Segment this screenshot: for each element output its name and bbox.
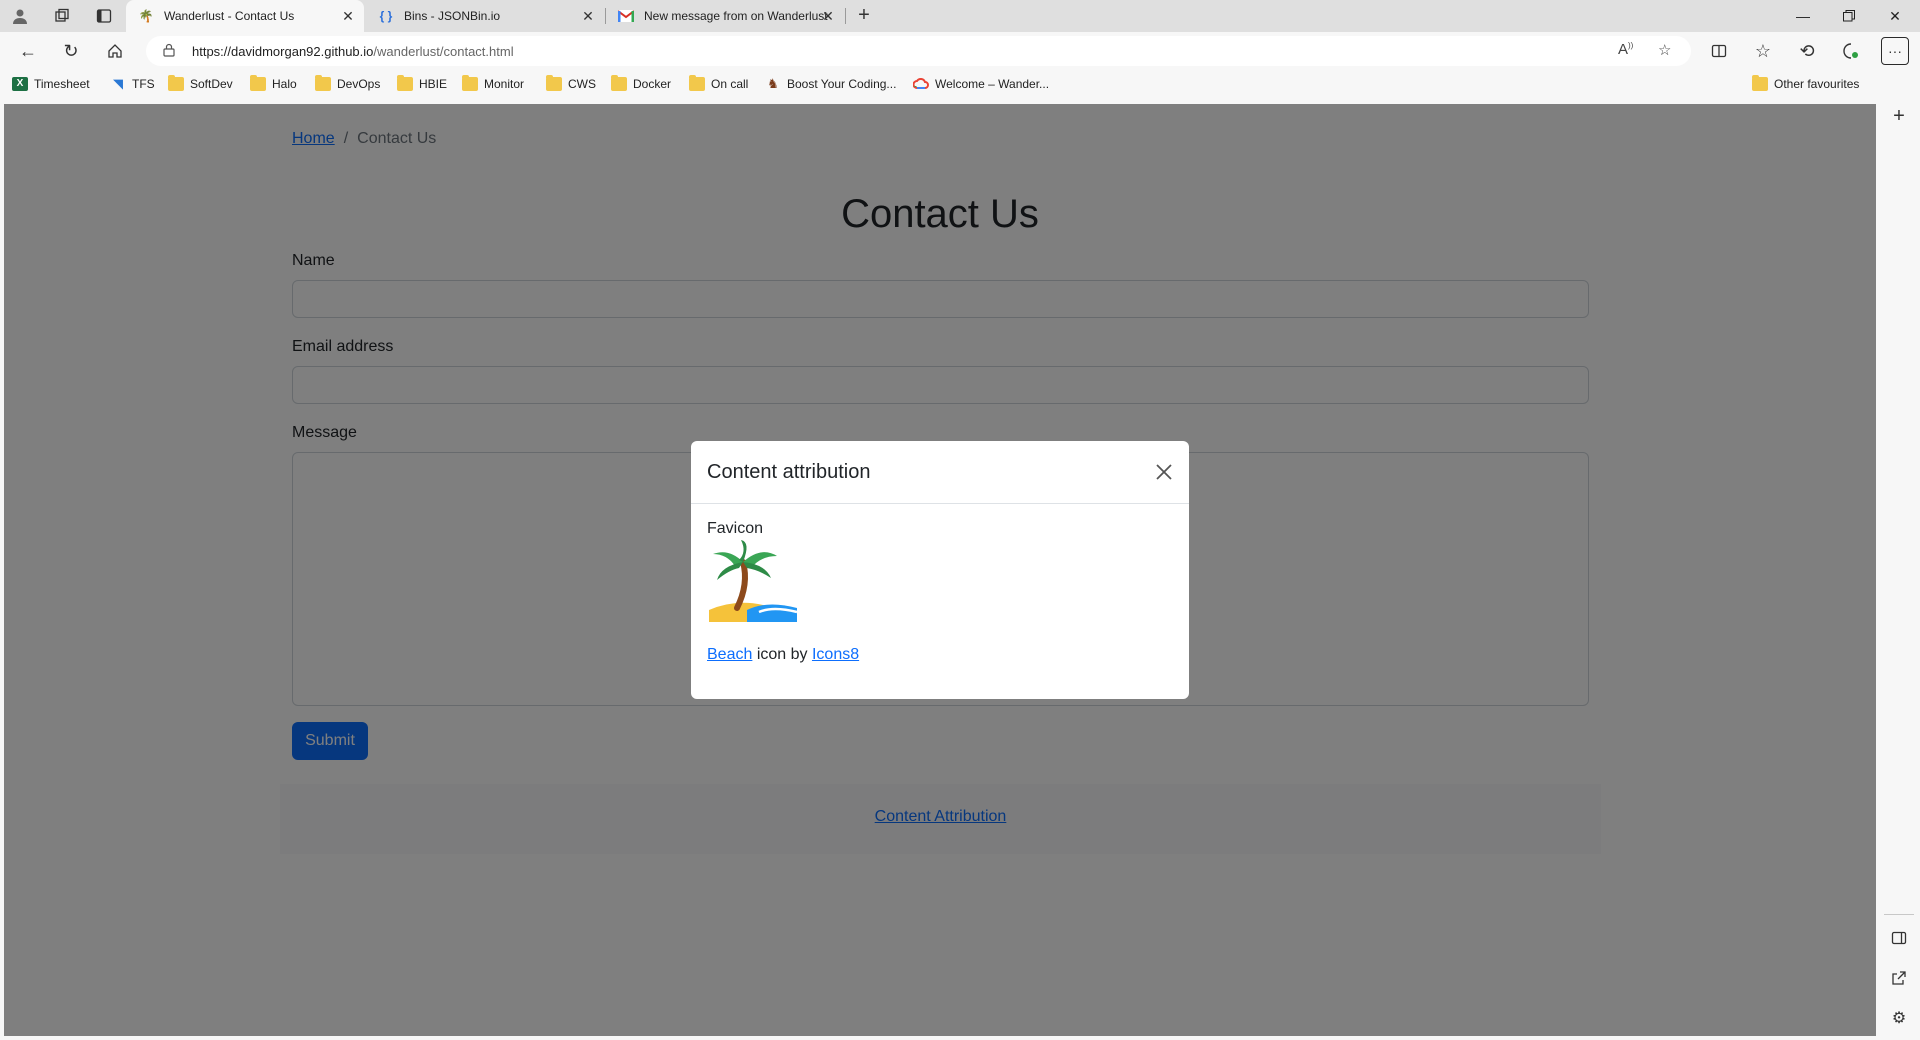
address-bar-row: ← ↻ https://davidmorgan92.github.io/wand… — [0, 32, 1920, 70]
new-tab-icon[interactable]: + — [852, 4, 876, 28]
folder-icon — [250, 75, 266, 91]
bookmark-label: Timesheet — [34, 77, 90, 91]
url-path: /wanderlust/contact.html — [373, 44, 514, 59]
palm-icon: 🌴 — [138, 9, 154, 23]
bookmark-label: SoftDev — [190, 77, 233, 91]
folder-icon — [315, 75, 331, 91]
tab-gmail[interactable]: New message from on Wanderlust ✕ — [606, 0, 844, 32]
favorite-star-icon[interactable]: ☆ — [1658, 41, 1671, 59]
bookmark-label: Other favourites — [1774, 77, 1860, 91]
close-tab-icon[interactable]: ✕ — [340, 8, 356, 24]
favicon-heading: Favicon — [707, 520, 764, 537]
visual-studio-icon: ◥ — [113, 76, 123, 91]
tab-title: Bins - JSONBin.io — [404, 9, 501, 23]
bookmark-label: Docker — [633, 77, 672, 91]
gmail-icon — [618, 8, 634, 24]
bookmark-label: DevOps — [337, 77, 381, 91]
folder-icon — [611, 75, 627, 91]
bookmark-tfs[interactable]: ◥ TFS — [110, 76, 155, 92]
bookmark-label: TFS — [132, 77, 155, 91]
edge-sidebar: + ⚙ — [1878, 104, 1920, 1040]
url-host: https://davidmorgan92.github.io — [192, 44, 374, 59]
profile-icon[interactable] — [8, 4, 32, 28]
bookmark-welcome[interactable]: Welcome – Wander... — [912, 77, 1050, 91]
refresh-icon[interactable]: ↻ — [57, 37, 85, 65]
folder-icon — [397, 75, 413, 91]
tab-wanderlust[interactable]: 🌴 Wanderlust - Contact Us ✕ — [126, 0, 364, 32]
bookmark-label: Monitor — [484, 77, 525, 91]
excel-icon: X — [12, 77, 28, 91]
bookmark-label: Boost Your Coding... — [787, 77, 897, 91]
site-info-icon[interactable] — [162, 43, 176, 60]
folder-icon — [1752, 75, 1768, 91]
bookmark-timesheet[interactable]: X Timesheet — [12, 77, 90, 91]
bookmark-label: On call — [711, 77, 749, 91]
sidebar-divider — [1884, 914, 1914, 915]
open-external-icon[interactable] — [1887, 966, 1911, 990]
bookmark-label: Welcome – Wander... — [935, 77, 1050, 91]
bookmark-on-call[interactable]: On call — [689, 75, 749, 91]
beach-icon — [707, 540, 799, 630]
bookmark-label: Halo — [272, 77, 297, 91]
google-cloud-icon — [912, 77, 929, 91]
beach-link[interactable]: Beach — [707, 646, 752, 663]
credit-text: icon by — [752, 646, 812, 663]
bookmark-softdev[interactable]: SoftDev — [168, 75, 233, 91]
minimize-icon[interactable]: — — [1780, 0, 1826, 32]
bookmark-cws[interactable]: CWS — [546, 75, 596, 91]
bookmark-boost[interactable]: ♞ Boost Your Coding... — [765, 76, 897, 92]
tab-title: Wanderlust - Contact Us — [164, 9, 295, 23]
bookmark-hbie[interactable]: HBIE — [397, 75, 448, 91]
close-icon[interactable] — [1151, 459, 1177, 485]
other-favourites[interactable]: Other favourites — [1752, 75, 1860, 91]
boost-icon: ♞ — [767, 76, 779, 91]
settings-more-icon[interactable]: ··· — [1881, 37, 1909, 65]
url-text[interactable]: https://davidmorgan92.github.io/wanderlu… — [192, 44, 514, 59]
bookmark-halo[interactable]: Halo — [250, 75, 297, 91]
bookmark-label: HBIE — [419, 77, 448, 91]
tab-title: New message from on Wanderlust — [644, 9, 828, 23]
history-icon[interactable]: ⟲ — [1793, 37, 1821, 65]
sidebar-settings-icon[interactable]: ⚙ — [1887, 1006, 1911, 1030]
bookmarks-bar: X Timesheet ◥ TFS SoftDev Halo DevOps HBIE… — [0, 70, 1920, 102]
bookmark-docker[interactable]: Docker — [611, 75, 672, 91]
close-tab-icon[interactable]: ✕ — [820, 8, 836, 24]
tab-actions-icon[interactable] — [92, 4, 116, 28]
modal-title: Content attribution — [707, 461, 871, 483]
page-viewport: Home/Contact Us Contact Us Name Email ad… — [4, 104, 1876, 1036]
bookmark-devops[interactable]: DevOps — [315, 75, 381, 91]
folder-icon — [462, 75, 478, 91]
close-tab-icon[interactable]: ✕ — [580, 8, 596, 24]
folder-icon — [168, 75, 184, 91]
home-icon[interactable] — [101, 37, 129, 65]
address-bar[interactable]: https://davidmorgan92.github.io/wanderlu… — [146, 36, 1691, 66]
browser-titlebar: 🌴 Wanderlust - Contact Us ✕ { } Bins - J… — [0, 0, 1920, 32]
back-icon[interactable]: ← — [14, 37, 42, 65]
workspaces-icon[interactable] — [50, 4, 74, 28]
folder-icon — [689, 75, 705, 91]
restore-icon[interactable] — [1826, 0, 1872, 32]
tab-jsonbin[interactable]: { } Bins - JSONBin.io ✕ — [366, 0, 604, 32]
read-aloud-icon[interactable]: A)) — [1618, 41, 1633, 58]
bookmark-label: CWS — [568, 77, 596, 91]
favorites-icon[interactable]: ☆ — [1749, 37, 1777, 65]
modal-header: Content attribution — [691, 441, 1189, 504]
braces-icon: { } — [379, 9, 393, 23]
modal-body: Favicon Beach icon by Icons8 — [707, 520, 1173, 663]
browser-essentials-icon[interactable] — [1837, 37, 1865, 65]
attribution-credit: Beach icon by Icons8 — [707, 646, 859, 664]
attribution-modal: Content attribution Favicon Beach icon b… — [691, 441, 1189, 699]
close-window-icon[interactable]: ✕ — [1872, 0, 1918, 32]
bookmark-monitor[interactable]: Monitor — [462, 75, 525, 91]
split-screen-icon[interactable] — [1705, 37, 1733, 65]
icons8-link[interactable]: Icons8 — [812, 646, 859, 663]
folder-icon — [546, 75, 562, 91]
tab-separator — [845, 8, 846, 24]
hide-sidebar-icon[interactable] — [1887, 926, 1911, 950]
add-sidebar-app-icon[interactable]: + — [1887, 104, 1911, 128]
